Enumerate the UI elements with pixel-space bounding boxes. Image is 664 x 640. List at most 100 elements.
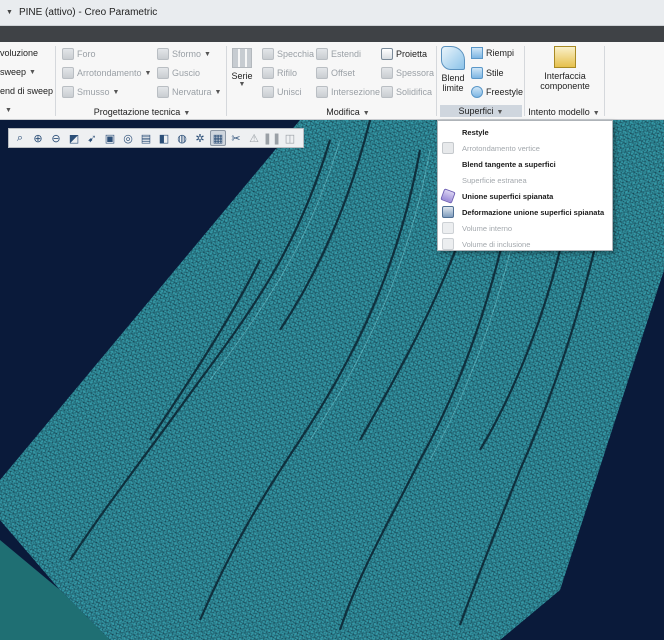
merge-label: Unisci [277,87,302,97]
datum-display-icon[interactable]: ✲ [192,130,208,146]
shell-button[interactable]: Guscio [157,67,200,79]
sweep-label: sweep [0,67,27,77]
revolve-button[interactable]: voluzione [0,48,38,58]
repaint-icon[interactable]: ◩ [66,130,82,146]
chamfer-icon [62,86,74,98]
round-button[interactable]: Arrotondamento ▼ [62,67,151,79]
saved-orientations-icon[interactable]: ◎ [120,130,136,146]
component-interface-icon [554,46,576,68]
thicken-button[interactable]: Spessora [381,67,434,79]
refit-icon[interactable]: ⌕ [12,130,28,146]
project-button[interactable]: Proietta [381,48,427,60]
trim-label: Rifilo [277,68,298,78]
hole-button[interactable]: Foro [62,48,96,60]
style-icon [471,67,483,79]
merge-button[interactable]: Unisci [262,86,302,98]
freestyle-label: Freestyle [486,87,524,97]
view-toolbar: ⌕ ⊕ ⊖ ◩ ➹ ▣ ◎ ▤ ◧ ◍ ✲ ▦ ✂ ⚠ ❚❚ ◫ [8,128,304,148]
blend-sweep-label: end di sweep [0,86,54,96]
chevron-down-icon: ▼ [5,107,12,114]
warning-icon[interactable]: ⚠ [246,130,262,146]
draft-icon [157,48,169,60]
intersect-button[interactable]: Intersezione [316,86,380,98]
appearance-icon[interactable]: ◍ [174,130,190,146]
fill-button[interactable]: Riempi [471,47,514,59]
round-icon [62,67,74,79]
cut-icon[interactable]: ✂ [228,130,244,146]
inner-volume-icon [442,222,454,234]
chamfer-button[interactable]: Smusso ▼ [62,86,119,98]
zoom-out-icon[interactable]: ⊖ [48,130,64,146]
trim-button[interactable]: Rifilo [262,67,297,79]
sweep-button[interactable]: sweep ▼ [0,67,36,77]
section-icon[interactable]: ◧ [156,130,172,146]
project-icon [381,48,393,60]
menu-item-restyle[interactable]: Restyle [438,124,612,140]
offset-icon [316,67,328,79]
group-divider [604,46,605,116]
shell-label: Guscio [172,68,201,78]
chevron-down-icon: ▼ [238,81,246,88]
pattern-label: Serie [231,71,253,81]
ribbon: voluzione sweep ▼ end di sweep ▼ Foro Arr… [0,42,664,120]
freestyle-icon [471,86,483,98]
merge-icon [262,86,274,98]
menu-item-tangent-blend[interactable]: Blend tangente a superfici [438,156,612,172]
chevron-down-icon: ▼ [214,88,222,96]
extend-icon [316,48,328,60]
group-divider [55,46,56,116]
menu-item-inner-volume[interactable]: Volume interno [438,220,612,236]
group-divider [436,46,437,116]
boundary-blend-button[interactable]: Blend limite [438,46,468,93]
annotation-icon[interactable]: ◫ [282,130,298,146]
menu-item-foreign-surface[interactable]: Superficie estranea [438,172,612,188]
pause-icon[interactable]: ❚❚ [263,130,281,146]
chevron-down-icon: ▼ [144,69,152,77]
style-button[interactable]: Stile [471,67,504,79]
freestyle-button[interactable]: Freestyle [471,86,523,98]
flattened-quilt-icon [440,188,456,204]
rib-icon [157,86,169,98]
draft-button[interactable]: Sformo ▼ [157,48,211,60]
extend-button[interactable]: Estendi [316,48,361,60]
surfaces-group-label[interactable]: Superfici ▼ [440,105,522,117]
model-intent-group-label[interactable]: Intento modello ▼ [526,107,602,117]
menu-item-enclosure-volume[interactable]: Volume di inclusione [438,236,612,252]
group-divider [524,46,525,116]
menu-item-flattened-quilt-deform[interactable]: Deformazione unione superfici spianata [438,204,612,220]
flattened-quilt-deform-icon [442,206,454,218]
chevron-down-icon: ▼ [362,110,370,117]
extend-label: Estendi [331,49,362,59]
chevron-down-icon: ▼ [112,88,120,96]
chevron-down-icon: ▼ [29,68,36,76]
component-interface-button[interactable]: Interfaccia componente [530,46,600,91]
draft-label: Sformo [172,49,202,59]
intersect-label: Intersezione [331,87,381,97]
round-label: Arrotondamento [77,68,142,78]
solidify-button[interactable]: Solidifica [381,86,432,98]
component-interface-label-2: componente [540,81,590,91]
hole-label: Foro [77,49,96,59]
menu-item-vertex-round[interactable]: Arrotondamento vertice [438,140,612,156]
blend-sweep-button[interactable]: end di sweep [0,86,53,96]
zoom-in-icon[interactable]: ⊕ [30,130,46,146]
perspective-icon[interactable]: ➹ [84,130,100,146]
mirror-button[interactable]: Specchia [262,48,314,60]
offset-button[interactable]: Offset [316,67,355,79]
window-menu-icon[interactable]: ▼ [6,9,13,16]
mesh-display-icon[interactable]: ▦ [210,130,226,146]
rib-label: Nervatura [172,87,212,97]
view-manager-icon[interactable]: ▤ [138,130,154,146]
tab-strip [0,26,664,42]
thicken-label: Spessora [396,68,435,78]
fill-label: Riempi [486,48,515,58]
tangent-blend-icon [442,158,454,170]
edit-group-label[interactable]: Modifica ▼ [262,107,434,117]
shape-group-menu[interactable]: ▼ [2,107,12,114]
display-style-icon[interactable]: ▣ [102,130,118,146]
menu-item-flattened-quilt[interactable]: Unione superfici spianata [438,188,612,204]
rib-button[interactable]: Nervatura ▼ [157,86,221,98]
pattern-button[interactable]: Serie ▼ [230,48,254,88]
component-interface-label: Interfaccia [544,71,586,81]
engineering-group-label[interactable]: Progettazione tecnica ▼ [62,107,222,117]
